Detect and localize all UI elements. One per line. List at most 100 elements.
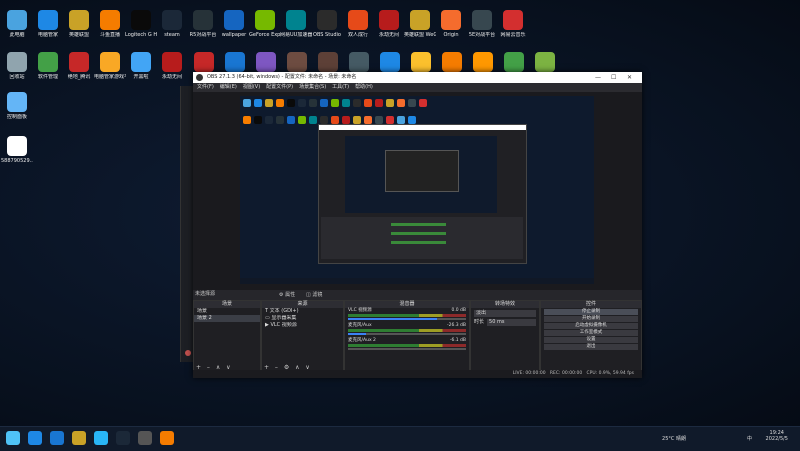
desktop-shortcut[interactable]: Logitech G HUB [125,10,157,38]
app-icon [194,52,214,72]
menu-item[interactable]: 帮助(H) [355,83,373,92]
minimize-button[interactable]: — [595,72,601,83]
game-icon [100,52,120,72]
control-button[interactable]: 工作室模式 [544,330,638,336]
desktop-shortcut[interactable]: 斗鱼直播 [94,10,126,38]
desktop-shortcut[interactable]: 此电脑 [1,10,33,38]
mixer-title: 混音器 [345,301,469,308]
obs-statusbar: LIVE: 00:00:00 REC: 00:00:00 CPU: 0.9%, … [193,370,642,378]
menu-item[interactable]: 场景集合(S) [299,83,326,92]
desktop-shortcut[interactable] [498,52,530,72]
obs-window[interactable]: OBS 27.1.3 (64-bit, windows) - 配置文件: 未命名… [193,72,642,378]
clock[interactable]: 19:24 2022/5/5 [766,430,788,442]
edge-icon[interactable] [28,431,42,445]
steam-icon[interactable] [116,431,130,445]
platform-icon [193,10,213,30]
control-button[interactable]: 停止录制 [544,309,638,315]
qq-icon[interactable] [94,431,108,445]
mail-icon[interactable] [50,431,64,445]
obs-logo-icon [196,74,203,81]
desktop-shortcut[interactable]: R5对战平台 [187,10,219,38]
desktop-shortcut[interactable] [343,52,375,72]
desktop-shortcut[interactable]: 控制面板 [1,92,33,120]
mixer-channels: VLC 视频源 0.0 dB 麦克风/Aux -26.3 dB 麦克风/Aux 2 -6.… [345,308,469,350]
desktop-shortcut[interactable]: 永劫无间 [156,52,188,80]
desktop-shortcut[interactable] [405,52,437,72]
desktop-shortcut[interactable] [281,52,313,72]
lol-icon[interactable] [72,431,86,445]
desktop-shortcut[interactable] [188,52,220,72]
desktop-shortcut[interactable]: GeForce Experience [249,10,281,38]
menu-item[interactable]: 工具(T) [332,83,349,92]
desktop-shortcut[interactable]: 588790529... [1,136,33,164]
volume-slider[interactable] [348,333,466,335]
desktop-shortcut[interactable] [467,52,499,72]
volume-slider[interactable] [348,318,466,320]
control-button[interactable]: 退出 [544,344,638,350]
taskbar: 25°C 晴朗 中 19:24 2022/5/5 [0,426,800,451]
desktop-shortcut-label: 绝地_腾讯 [67,74,91,80]
maximize-button[interactable]: ☐ [611,72,616,83]
app-icon [442,52,462,72]
source-item[interactable]: T 文本 (GDI+) [262,308,343,315]
control-button[interactable]: 开始录制 [544,316,638,322]
desktop-shortcut[interactable]: steam [156,10,188,38]
desktop-shortcut[interactable] [250,52,282,72]
preview-icon [320,116,328,124]
desktop-shortcut[interactable] [436,52,468,72]
desktop-shortcut[interactable] [374,52,406,72]
desktop-shortcut-label: 永劫无间 [378,32,399,38]
source-item[interactable]: ▶ VLC 视频源 [262,322,343,329]
platform-icon [472,10,492,30]
preview-icon [364,116,372,124]
duration-input[interactable]: 50 ms [487,319,536,326]
desktop-shortcut[interactable]: 电脑管家 [32,10,64,38]
transition-select[interactable]: 淡出 [474,310,536,317]
obs-titlebar[interactable]: OBS 27.1.3 (64-bit, windows) - 配置文件: 未命名… [193,72,642,83]
desktop-shortcut[interactable]: Origin [435,10,467,38]
douyu-icon[interactable] [160,431,174,445]
obs-icon[interactable] [138,431,152,445]
desktop-shortcut[interactable]: 电脑管家游戏平台 [94,52,126,80]
channel-db: -26.3 dB [446,323,466,328]
menu-item[interactable]: 编辑(E) [220,83,237,92]
desktop-shortcut-label: 网易UU加速器 [280,32,312,38]
desktop-shortcut[interactable]: 网易UU加速器 [280,10,312,38]
desktop-shortcut[interactable]: 双人成行 [342,10,374,38]
desktop-shortcut[interactable]: OBS Studio [311,10,343,38]
desktop-shortcut[interactable] [529,52,561,72]
menu-item[interactable]: 视图(V) [243,83,260,92]
scene-item[interactable]: 场景 2 [194,315,260,322]
volume-slider[interactable] [348,348,466,350]
desktop-shortcut[interactable] [219,52,251,72]
desktop-shortcut[interactable]: wallpaper [218,10,250,38]
desktop-shortcut[interactable]: 回收站 [1,52,33,80]
ime-indicator[interactable]: 中 [747,435,752,442]
preview-icon [265,116,273,124]
weather[interactable]: 25°C 晴朗 [662,435,686,442]
source-item[interactable]: ▭ 显示器采集 [262,315,343,322]
menu-item[interactable]: 文件(F) [197,83,214,92]
properties-button[interactable]: ⚙ 属性 [279,291,295,298]
desktop-shortcut[interactable]: 开黑啦 [125,52,157,80]
scene-item[interactable]: 场景 [194,308,260,315]
control-button[interactable]: 启动虚拟摄像机 [544,323,638,329]
desktop-shortcut[interactable] [312,52,344,72]
start-icon[interactable] [6,431,20,445]
desktop-shortcut[interactable]: 软件管理 [32,52,64,80]
desktop-shortcut[interactable]: 5E对战平台 [466,10,498,38]
desktop-shortcut[interactable]: 绝地_腾讯 [63,52,95,80]
filters-button[interactable]: ◫ 滤镜 [306,291,322,298]
desktop-shortcut-label: 5E对战平台 [468,32,496,38]
live-status: LIVE: 00:00:00 [512,371,546,376]
desktop-shortcut[interactable]: 永劫无间 [373,10,405,38]
menu-item[interactable]: 配置文件(P) [266,83,293,92]
desktop-shortcut[interactable]: 英雄联盟 WeGame版 [404,10,436,38]
app-icon [318,52,338,72]
control-button[interactable]: 设置 [544,337,638,343]
desktop-shortcut[interactable]: 网易云音乐 [497,10,529,38]
close-button[interactable]: ✕ [627,72,632,83]
preview-canvas[interactable] [240,96,594,284]
desktop-shortcut[interactable]: 英雄联盟 [63,10,95,38]
preview-icon [364,99,372,107]
